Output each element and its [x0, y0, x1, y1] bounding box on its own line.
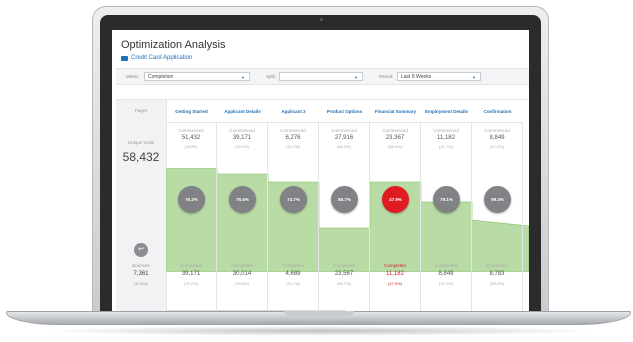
conversion-rate-badge[interactable]: 76.2% [178, 186, 205, 213]
report-icon [121, 55, 128, 61]
step-column: Commenced 39,171 (76.2%) 76.6% Completed 30,0… [217, 122, 268, 313]
app-screen: Optimization Analysis Credit Card Applic… [112, 30, 529, 313]
completed-percent: (85.7%) [336, 281, 351, 286]
step-column: Commenced 23,367 (45.4%) 47.9% Completed 11,1… [370, 122, 421, 313]
step-column: Commenced 6,276 (12.2%) 74.7% Completed 4,689… [268, 122, 319, 313]
commenced-label: Commenced [484, 128, 510, 133]
laptop-shadow [40, 326, 600, 336]
commenced-value: 23,367 [385, 135, 405, 141]
chevron-down-icon: ▼ [472, 75, 476, 80]
report-subtitle: Credit Card Application [131, 55, 193, 61]
commenced-value: 8,849 [489, 135, 505, 141]
commenced-label: Commenced [331, 128, 357, 133]
completed-label: Completed [333, 263, 355, 268]
commenced-value: 27,916 [334, 135, 354, 141]
completed-value: 23,567 [334, 271, 354, 277]
step-column: Commenced 27,916 (54.3%) 85.7% Completed 23,5… [319, 122, 370, 313]
step-header[interactable]: Financial Summary [370, 100, 421, 123]
laptop-notch [284, 311, 354, 316]
completed-label: Completed [435, 263, 457, 268]
completed-value: 30,014 [232, 271, 252, 277]
period-select[interactable]: Last 8 Weeks ▼ [397, 72, 481, 81]
completed-label: Completed [282, 263, 304, 268]
completed-label: Completed [231, 263, 253, 268]
commenced-label: Commenced [229, 128, 255, 133]
chevron-down-icon: ▼ [241, 75, 245, 80]
step-header[interactable]: Applicant 2 [268, 100, 319, 123]
completed-value: 8,783 [489, 271, 505, 277]
unique-visits-label: Unique Visits [127, 140, 155, 145]
commenced-label: Commenced [280, 128, 306, 133]
split-select[interactable]: ▼ [279, 72, 363, 81]
metric-label: Metric: [126, 74, 140, 79]
conversion-rate-badge[interactable]: 76.6% [229, 186, 256, 213]
commenced-value: 51,432 [181, 135, 201, 141]
report-link[interactable]: Credit Card Application [121, 55, 192, 61]
completed-value: 8,849 [438, 271, 454, 277]
step-header[interactable]: Applicant Details [217, 100, 268, 123]
commenced-percent: (45.4%) [387, 144, 402, 149]
page-title: Optimization Analysis [121, 39, 226, 51]
commenced-percent: (76.2%) [234, 144, 249, 149]
bounces-value: 7,361 [133, 271, 149, 277]
completed-percent: (76.6%) [234, 281, 249, 286]
step-column: Commenced 11,182 (21.7%) 79.1% Completed 8,84… [421, 122, 472, 313]
completed-value: 4,689 [285, 271, 301, 277]
conversion-rate-badge[interactable]: 99.3% [484, 186, 511, 213]
unique-visits-value: 58,432 [122, 150, 160, 164]
commenced-percent: (54.3%) [336, 144, 351, 149]
step-header[interactable]: Getting Started [166, 100, 217, 123]
completed-percent: (79.1%) [438, 281, 453, 286]
conversion-rate-badge[interactable]: 74.7% [280, 186, 307, 213]
conversion-rate-badge[interactable]: 47.9% [382, 186, 409, 213]
commenced-value: 11,182 [437, 135, 455, 141]
commenced-percent: (17.2%) [489, 144, 504, 149]
filter-bar: Metric: Completion ▼ Split: ▼ Period: La… [116, 68, 529, 85]
period-label: Period: [379, 74, 394, 79]
commenced-percent: (21.7%) [438, 144, 453, 149]
summary-column: Pages Unique Visits 58,432 ↩ Bounces 7,3… [116, 100, 167, 313]
completed-percent: (47.9%) [387, 281, 402, 286]
step-header[interactable]: Employment Details [421, 100, 472, 123]
step-column: Commenced 51,432 (100%) 76.2% Completed 39,17… [166, 122, 217, 313]
conversion-rate-badge[interactable]: 85.7% [331, 186, 358, 213]
bounce-icon: ↩ [134, 243, 148, 257]
completed-value: 39,171 [181, 271, 201, 277]
bounces-label: Bounces [132, 263, 150, 268]
completed-label: Completed [180, 263, 202, 268]
completed-value: 11,182 [386, 271, 404, 277]
completed-percent: (76.2%) [183, 281, 198, 286]
step-column: Commenced 8,849 (17.2%) 99.3% Completed 8,783… [472, 122, 523, 313]
commenced-value: 6,276 [285, 135, 301, 141]
conversion-rate-badge[interactable]: 79.1% [433, 186, 460, 213]
split-label: Split: [266, 74, 277, 79]
commenced-percent: (12.2%) [285, 144, 300, 149]
completed-label: Completed [384, 263, 406, 268]
completed-label: Completed [486, 263, 508, 268]
commenced-label: Commenced [433, 128, 459, 133]
chevron-down-icon: ▼ [354, 75, 358, 80]
bounces-percent: (12.6%) [133, 281, 148, 286]
completed-percent: (99.3%) [489, 281, 504, 286]
commenced-value: 39,171 [232, 135, 252, 141]
funnel-grid: Pages Unique Visits 58,432 ↩ Bounces 7,3… [116, 99, 529, 313]
step-header[interactable]: Product Options [319, 100, 370, 123]
completed-percent: (74.7%) [285, 281, 300, 286]
step-header[interactable]: Confirmation [472, 100, 523, 123]
commenced-label: Commenced [382, 128, 408, 133]
screen-frame: Optimization Analysis Credit Card Applic… [92, 6, 549, 313]
pages-label: Pages [134, 108, 148, 113]
period-value: Last 8 Weeks [401, 74, 432, 80]
metric-select[interactable]: Completion ▼ [144, 72, 250, 81]
commenced-label: Commenced [178, 128, 204, 133]
commenced-percent: (100%) [184, 144, 198, 149]
metric-value: Completion [148, 74, 174, 80]
